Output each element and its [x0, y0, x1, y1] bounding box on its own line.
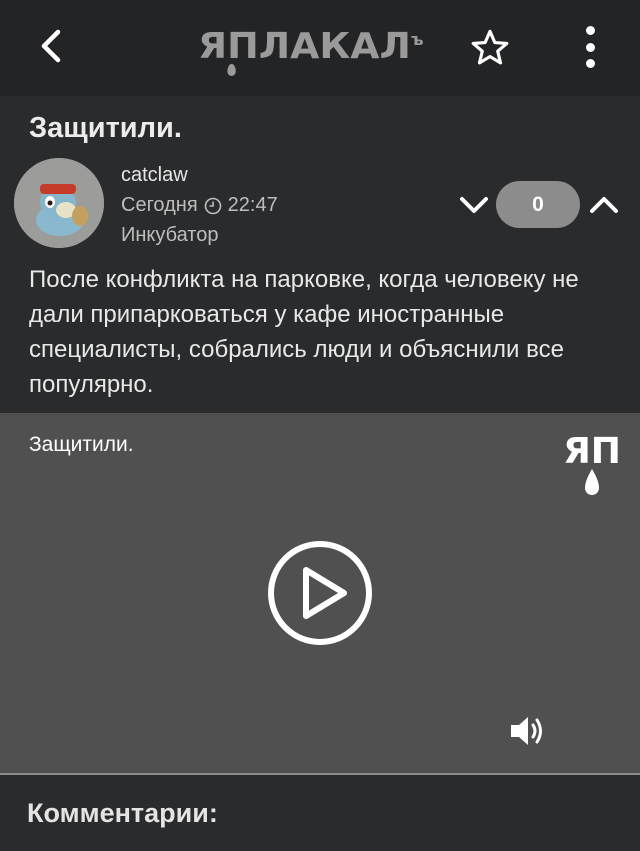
menu-dot [585, 59, 595, 68]
top-app-bar: ЯПЛАКАЛъ [0, 0, 640, 96]
vote-down-button[interactable] [456, 188, 492, 222]
avatar[interactable] [14, 158, 104, 248]
menu-dot [585, 42, 595, 52]
overflow-menu-button[interactable] [570, 22, 610, 72]
volume-button[interactable] [508, 713, 548, 749]
divider [0, 773, 640, 775]
play-button[interactable] [266, 539, 374, 647]
clock-icon [204, 197, 221, 214]
logo-text: ЯПЛАКАЛ [198, 26, 411, 67]
post-title: Защитили. [29, 112, 182, 144]
app-logo[interactable]: ЯПЛАКАЛъ [198, 26, 424, 76]
logo-suffix: ъ [410, 30, 424, 49]
chevron-up-icon [590, 197, 618, 213]
video-title: Защитили. [29, 433, 134, 456]
author-rank: Инкубатор [121, 224, 219, 246]
post-body-text: После конфликта на парковке, когда челов… [29, 266, 579, 398]
menu-dot [585, 26, 595, 35]
watermark-text: ЯП [563, 431, 621, 472]
author-name[interactable]: catclaw [121, 164, 188, 187]
speaker-icon [511, 717, 542, 745]
chevron-left-icon [41, 29, 61, 63]
rating-score: 0 [496, 181, 580, 228]
post-date: Сегодня 22:47 [121, 194, 278, 217]
star-icon [471, 29, 509, 65]
video-player[interactable]: Защитили. ЯП [0, 413, 640, 773]
comments-heading: Комментарии: [27, 798, 218, 828]
post-time: 22:47 [227, 194, 278, 216]
play-circle-icon [268, 541, 372, 645]
video-watermark-logo: ЯП [563, 431, 621, 495]
favorite-button[interactable] [466, 24, 514, 72]
post-date-label: Сегодня [121, 194, 198, 216]
avatar-image [14, 158, 104, 248]
vote-up-button[interactable] [586, 188, 622, 222]
logo-drop-icon [227, 64, 236, 76]
chevron-down-icon [460, 197, 488, 213]
back-button[interactable] [28, 22, 72, 70]
